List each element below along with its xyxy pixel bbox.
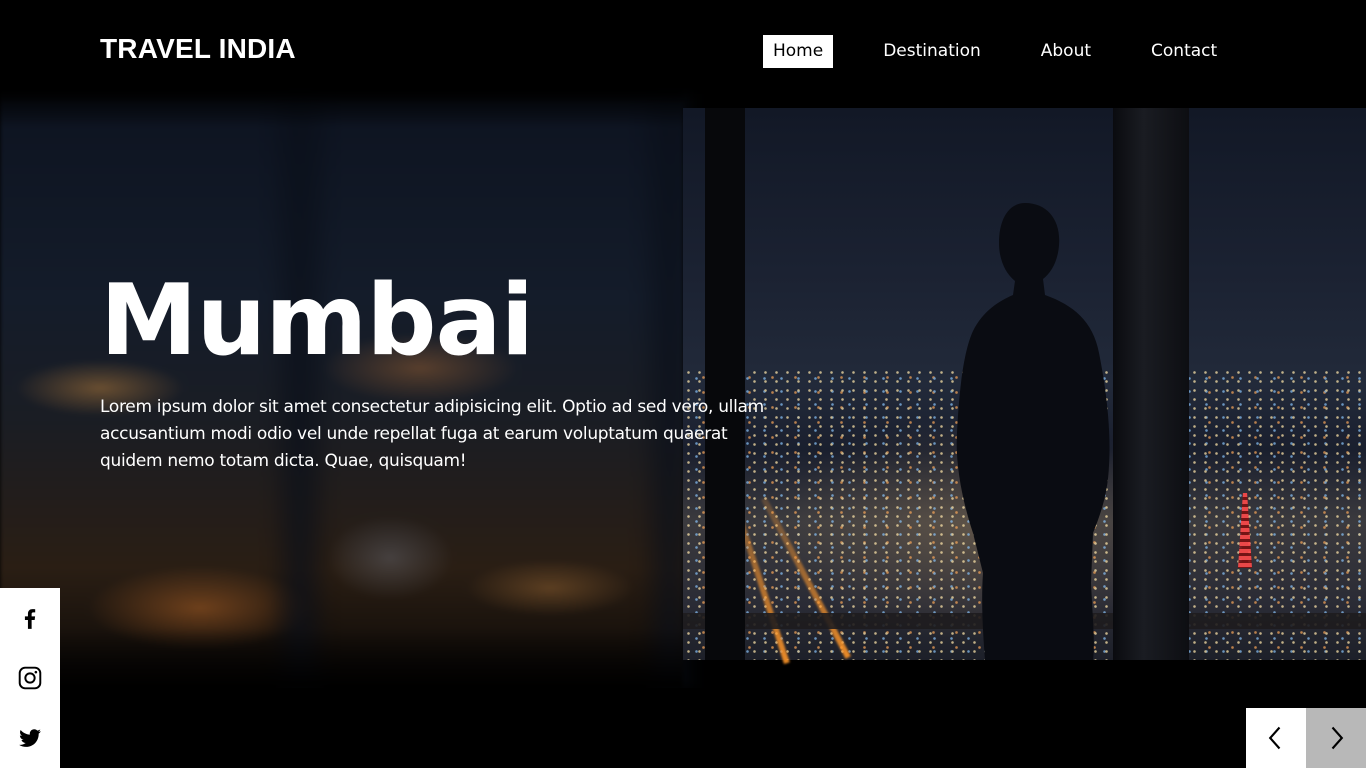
site-header: TRAVEL INDIA Home Destination About Cont… xyxy=(0,0,1366,104)
facebook-icon xyxy=(24,609,36,629)
nav-about[interactable]: About xyxy=(1031,35,1101,68)
nav-contact[interactable]: Contact xyxy=(1141,35,1227,68)
chevron-right-icon xyxy=(1331,726,1344,750)
blurred-city-backdrop xyxy=(0,88,700,688)
person-silhouette xyxy=(956,203,1110,660)
hero-background-image xyxy=(0,88,1366,688)
site-logo[interactable]: TRAVEL INDIA xyxy=(100,33,296,65)
hero-title: Mumbai xyxy=(100,264,534,378)
nav-destination[interactable]: Destination xyxy=(873,35,991,68)
instagram-icon xyxy=(18,666,42,690)
twitter-icon xyxy=(19,729,41,747)
social-sidebar xyxy=(0,588,60,768)
prev-slide-button[interactable] xyxy=(1246,708,1306,768)
main-nav: Home Destination About Contact xyxy=(763,35,1227,68)
chevron-left-icon xyxy=(1268,726,1281,750)
next-slide-button[interactable] xyxy=(1306,708,1366,768)
twitter-link[interactable] xyxy=(0,708,60,768)
night-city-window-photo xyxy=(683,108,1366,665)
instagram-link[interactable] xyxy=(0,648,60,708)
facebook-link[interactable] xyxy=(0,588,60,648)
hero-description: Lorem ipsum dolor sit amet consectetur a… xyxy=(100,397,764,471)
nav-home[interactable]: Home xyxy=(763,35,834,68)
